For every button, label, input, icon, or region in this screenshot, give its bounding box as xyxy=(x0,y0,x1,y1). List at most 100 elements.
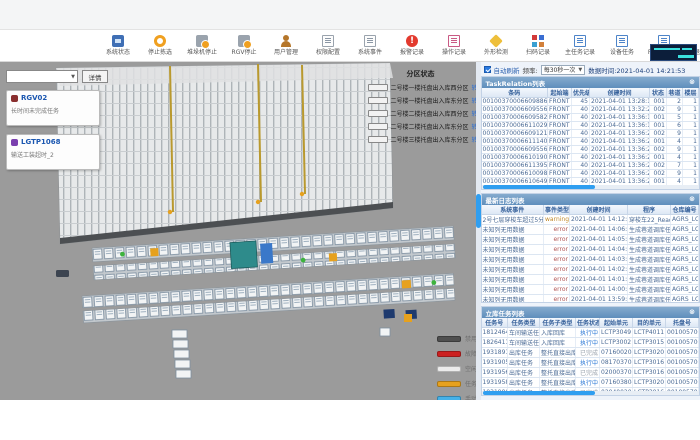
goto-link[interactable]: 转到 xyxy=(472,135,476,144)
scrollbar-thumb[interactable] xyxy=(483,185,595,189)
column-header[interactable]: 任务子类型 xyxy=(540,318,576,328)
column-header[interactable]: 创建时间 xyxy=(590,88,650,98)
device-filter-select[interactable]: ▼ xyxy=(6,70,78,83)
panel-vertical-scrollbar[interactable] xyxy=(476,62,481,400)
table-row[interactable]: 00100370006610649657FRONT402021-04-01 13… xyxy=(482,178,699,186)
scrollbar-thumb[interactable] xyxy=(483,391,595,395)
column-header[interactable]: 程序 xyxy=(628,205,671,215)
goto-link[interactable]: 转到 xyxy=(472,96,476,105)
table-row[interactable]: 1931958出库任务整托直接出库执行中0716038042LCTP302000… xyxy=(482,378,699,388)
table-cell: 2021-04-01 13:36:20 xyxy=(590,138,650,146)
scrollbar-thumb[interactable] xyxy=(476,194,481,228)
partition-status-indicator[interactable] xyxy=(368,110,388,117)
table-cell: 40 xyxy=(572,146,590,154)
toolbar-alarm-record-button[interactable]: !报警记录 xyxy=(392,31,432,61)
table-cell: 00100370006611140190 xyxy=(482,138,548,146)
details-button[interactable]: 详情 xyxy=(82,70,108,83)
toolbar-profile-check-button[interactable]: 外形检测 xyxy=(476,31,516,61)
frequency-select[interactable]: 每30秒一次▼ xyxy=(541,65,586,75)
table-row[interactable]: 2号七层穿梭车超过5分钟未执行任务warning2021-04-01 14:12… xyxy=(482,215,699,225)
column-header[interactable]: 条码 xyxy=(482,88,548,98)
table-row[interactable]: 未知列无用数据error2021-04-01 14:03:56生成巷道调库任务错… xyxy=(482,255,699,265)
column-header[interactable]: 托盘号 xyxy=(666,318,699,328)
table-cell: 1 xyxy=(683,170,699,178)
column-header[interactable]: 创建时间 xyxy=(570,205,628,215)
column-header[interactable]: 任务号 xyxy=(482,318,508,328)
warehouse-3d-view[interactable]: ▼ 详情 RGV02 长时间未完成任务 LGTP1068 输送工装超时_2 分区… xyxy=(0,62,476,400)
alert-card-rgv02[interactable]: RGV02 长时间未完成任务 xyxy=(6,90,100,126)
toolbar-scan-record-button[interactable]: 扫码记录 xyxy=(518,31,558,61)
table-row[interactable]: 未知列无用数据error2021-04-01 14:01:54生成巷道调库任务错… xyxy=(482,275,699,285)
table-cell: AGRS_LC2 xyxy=(671,275,699,285)
column-header[interactable]: 系统事件 xyxy=(482,205,544,215)
goto-link[interactable]: 转到 xyxy=(472,83,476,92)
table-row[interactable]: 00100370006611395200FRONT402021-04-01 13… xyxy=(482,162,699,170)
table-row[interactable]: 00100370006610190639FRONT402021-04-01 13… xyxy=(482,154,699,162)
column-header[interactable]: 仓库编号 xyxy=(671,205,699,215)
table-cell: 穿梭车22_ReadStatus xyxy=(628,215,671,225)
table-row[interactable]: 未知列无用数据error2021-04-01 14:04:56生成巷道调库任务错… xyxy=(482,245,699,255)
table-row[interactable]: 未知列无用数据error2021-04-01 14:02:55生成巷道调库任务错… xyxy=(482,265,699,275)
column-header[interactable]: 起始单元 xyxy=(600,318,633,328)
partition-status-indicator[interactable] xyxy=(368,136,388,143)
auto-refresh-checkbox[interactable] xyxy=(484,66,491,73)
toolbar-rgv-stop-button[interactable]: RGV停止 xyxy=(224,31,264,61)
toolbar-operation-record-button[interactable]: 操作记录 xyxy=(434,31,474,61)
table-row[interactable]: 未知列无用数据error2021-04-01 14:05:56生成巷道调库任务错… xyxy=(482,235,699,245)
table-row[interactable]: 00100370006610098881FRONT402021-04-01 13… xyxy=(482,170,699,178)
table-row[interactable]: 00100370006609886219FRONT452021-04-01 13… xyxy=(482,98,699,106)
toolbar-user-management-button[interactable]: 用户管理 xyxy=(266,31,306,61)
table-cell: 整托直接出库 xyxy=(540,358,576,368)
toolbar-main-task-record-button[interactable]: 主任务记录 xyxy=(560,31,600,61)
table-settings-icon[interactable]: ⊗ xyxy=(689,79,695,86)
toolbar-stop-picking-button[interactable]: 停止拣选 xyxy=(140,31,180,61)
table-row[interactable]: 00100370006609556770FRONT402021-04-01 13… xyxy=(482,106,699,114)
column-header[interactable]: 优先级 xyxy=(572,88,590,98)
column-header[interactable]: 事件类型 xyxy=(544,205,570,215)
table-row[interactable]: 1826411车间输送任务入库回库执行中LCTP3002LCTP30150010… xyxy=(482,338,699,348)
table-cell: 40 xyxy=(572,122,590,130)
alert-card-lgtp1068[interactable]: LGTP1068 输送工装超时_2 xyxy=(6,134,100,170)
table-row[interactable]: 00100370006609556770FRONT402021-04-01 13… xyxy=(482,146,699,154)
table-row[interactable]: 1931956出库任务整托直接出库已完成0200037022LCTP301600… xyxy=(482,368,699,378)
partition-status-indicator[interactable] xyxy=(368,97,388,104)
toolbar-system-status-button[interactable]: 系统状态 xyxy=(98,31,138,61)
table-cell: 00100370006609556770 xyxy=(482,106,548,114)
goto-link[interactable]: 转到 xyxy=(472,109,476,118)
table-row[interactable]: 00100370006609582162FRONT402021-04-01 13… xyxy=(482,114,699,122)
column-header[interactable]: 楼层 xyxy=(683,88,699,98)
table-cell: 00100370006609582162 xyxy=(482,114,548,122)
table-row[interactable]: 1812464车间输送任务入库回库执行中LCTP3049LCTP40110010… xyxy=(482,328,699,338)
table-cell: 未知列无用数据 xyxy=(482,265,544,275)
table-settings-icon[interactable]: ⊗ xyxy=(689,309,695,316)
table-cell: 2021-04-01 14:03:56 xyxy=(570,255,628,265)
column-header[interactable]: 任务类型 xyxy=(508,318,540,328)
toolbar-system-event-button[interactable]: 系统事件 xyxy=(350,31,390,61)
toolbar-stacker-stop-button[interactable]: 堆垛机停止 xyxy=(182,31,222,61)
column-header[interactable]: 目的单元 xyxy=(633,318,666,328)
table3-horizontal-scrollbar[interactable] xyxy=(482,391,700,395)
column-header[interactable]: 起始端 xyxy=(548,88,572,98)
table-cell: 未知列无用数据 xyxy=(482,295,544,303)
table-row[interactable]: 1931891出库任务整托直接出库已完成0716002082LCTP302000… xyxy=(482,348,699,358)
column-header[interactable]: 状态 xyxy=(650,88,667,98)
table-row[interactable]: 未知列无用数据error2021-04-01 14:00:52生成巷道调库任务错… xyxy=(482,285,699,295)
goto-link[interactable]: 转到 xyxy=(472,122,476,131)
table1-horizontal-scrollbar[interactable] xyxy=(482,185,700,189)
table-row[interactable]: 1931905出库任务整托直接出库执行中0817037081LCTP301600… xyxy=(482,358,699,368)
table-row[interactable]: 未知列无用数据error2021-04-01 14:06:57生成巷道调库任务错… xyxy=(482,225,699,235)
table-settings-icon[interactable]: ⊗ xyxy=(689,196,695,203)
partition-status-indicator[interactable] xyxy=(368,123,388,130)
table-cell: 未知列无用数据 xyxy=(482,235,544,245)
column-header[interactable]: 任务状态 xyxy=(576,318,600,328)
partition-status-indicator[interactable] xyxy=(368,84,388,91)
table-row[interactable]: 00100370006611140190FRONT402021-04-01 13… xyxy=(482,138,699,146)
table-row[interactable]: 未知列无用数据error2021-04-01 13:59:51生成巷道调库任务错… xyxy=(482,295,699,303)
column-header[interactable]: 巷道 xyxy=(667,88,683,98)
table-cell: 2021-04-01 14:04:56 xyxy=(570,245,628,255)
table-row[interactable]: 00100370006611029457FRONT402021-04-01 13… xyxy=(482,122,699,130)
table-cell: 2021-04-01 14:05:56 xyxy=(570,235,628,245)
toolbar-device-task-button[interactable]: 设备任务 xyxy=(602,31,642,61)
toolbar-permission-config-button[interactable]: 权限配置 xyxy=(308,31,348,61)
table-row[interactable]: 00100370006609121123FRONT402021-04-01 13… xyxy=(482,130,699,138)
